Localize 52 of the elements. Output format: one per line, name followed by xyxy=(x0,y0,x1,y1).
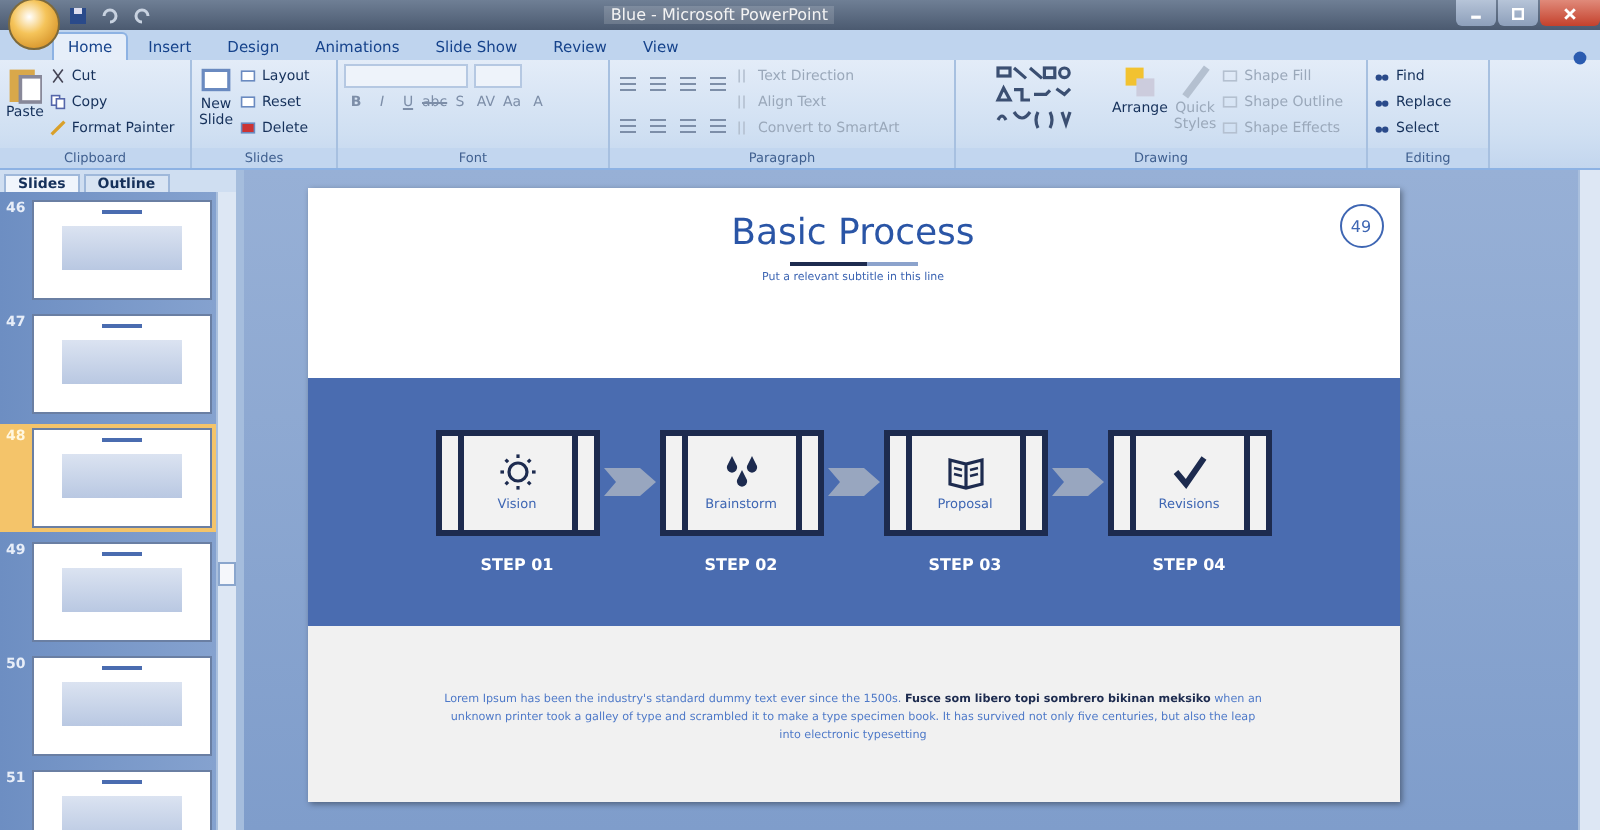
font-name-field[interactable] xyxy=(344,64,468,88)
slide-thumbnail[interactable] xyxy=(31,656,212,756)
scissors-icon xyxy=(49,67,66,83)
list-icon xyxy=(676,74,700,94)
window-title: Blue - Microsoft PowerPoint xyxy=(604,6,834,24)
font-size-field[interactable] xyxy=(474,64,522,88)
list-icon xyxy=(616,74,640,94)
slide-thumbnail[interactable] xyxy=(31,542,212,642)
title-underline xyxy=(789,262,917,266)
sun-icon xyxy=(499,454,535,490)
step-number: STEP 01 xyxy=(480,556,554,574)
paintbrush-icon xyxy=(49,119,66,135)
office-button[interactable] xyxy=(8,0,60,49)
redo-icon xyxy=(132,5,152,25)
undo-icon xyxy=(100,5,120,25)
align-icon xyxy=(616,116,640,136)
scrollbar[interactable] xyxy=(216,192,236,830)
close-icon xyxy=(1562,5,1578,21)
layout-icon xyxy=(240,67,256,83)
slide-icon xyxy=(198,64,234,96)
save-icon xyxy=(68,5,88,25)
align-icon xyxy=(646,116,670,136)
chevron-arrow-icon xyxy=(603,468,655,496)
delete-icon xyxy=(240,119,256,135)
book-icon xyxy=(947,454,983,490)
arrange-icon xyxy=(1121,64,1158,100)
align-icon xyxy=(706,116,730,136)
maximize-button[interactable] xyxy=(1498,0,1538,26)
step-number: STEP 02 xyxy=(704,556,778,574)
maximize-icon xyxy=(1510,5,1526,21)
brush-icon xyxy=(1177,64,1214,100)
step-number: STEP 04 xyxy=(1152,556,1226,574)
list-icon xyxy=(706,74,730,94)
slide-thumbnail[interactable] xyxy=(31,428,212,528)
clipboard-icon xyxy=(6,64,43,104)
close-button[interactable] xyxy=(1540,0,1600,26)
reset-icon xyxy=(240,93,256,109)
water-drops-icon xyxy=(723,454,759,490)
align-icon xyxy=(676,116,700,136)
checkmark-icon xyxy=(1171,454,1207,490)
chevron-arrow-icon xyxy=(827,468,879,496)
step-number: STEP 03 xyxy=(928,556,1002,574)
slide-title: Basic Process xyxy=(731,212,975,254)
page-number: 49 xyxy=(1339,204,1383,248)
help-icon xyxy=(1572,50,1588,66)
list-icon xyxy=(646,74,670,94)
slide-thumbnail[interactable] xyxy=(31,314,212,414)
copy-icon xyxy=(49,93,66,109)
slide-thumbnail[interactable] xyxy=(31,200,212,300)
minimize-button[interactable] xyxy=(1456,0,1496,26)
chevron-arrow-icon xyxy=(1051,468,1103,496)
scrollbar[interactable] xyxy=(1578,170,1600,830)
